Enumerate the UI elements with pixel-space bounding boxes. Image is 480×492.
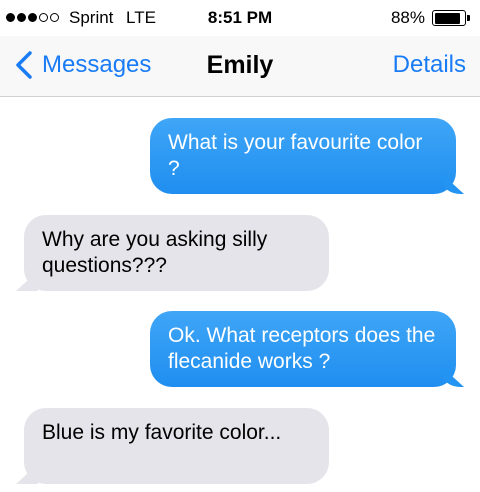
navigation-bar: Messages Emily Details (0, 36, 480, 97)
received-message-bubble[interactable]: Blue is my favorite color... (24, 408, 329, 484)
message-thread[interactable]: What is your favourite color ? Why are y… (0, 97, 480, 492)
sent-message-bubble[interactable]: What is your favourite color ? (150, 118, 456, 194)
battery-fill (434, 12, 461, 24)
battery-percent: 88% (390, 8, 425, 27)
battery-icon (432, 10, 466, 26)
sent-message-bubble[interactable]: Ok. What receptors does the flecanide wo… (150, 311, 456, 387)
details-button[interactable]: Details (393, 51, 466, 79)
status-bar: Sprint LTE 8:51 PM 88% (0, 0, 480, 36)
received-message-bubble[interactable]: Why are you asking silly questions??? (24, 215, 329, 291)
battery-tip (467, 15, 470, 21)
